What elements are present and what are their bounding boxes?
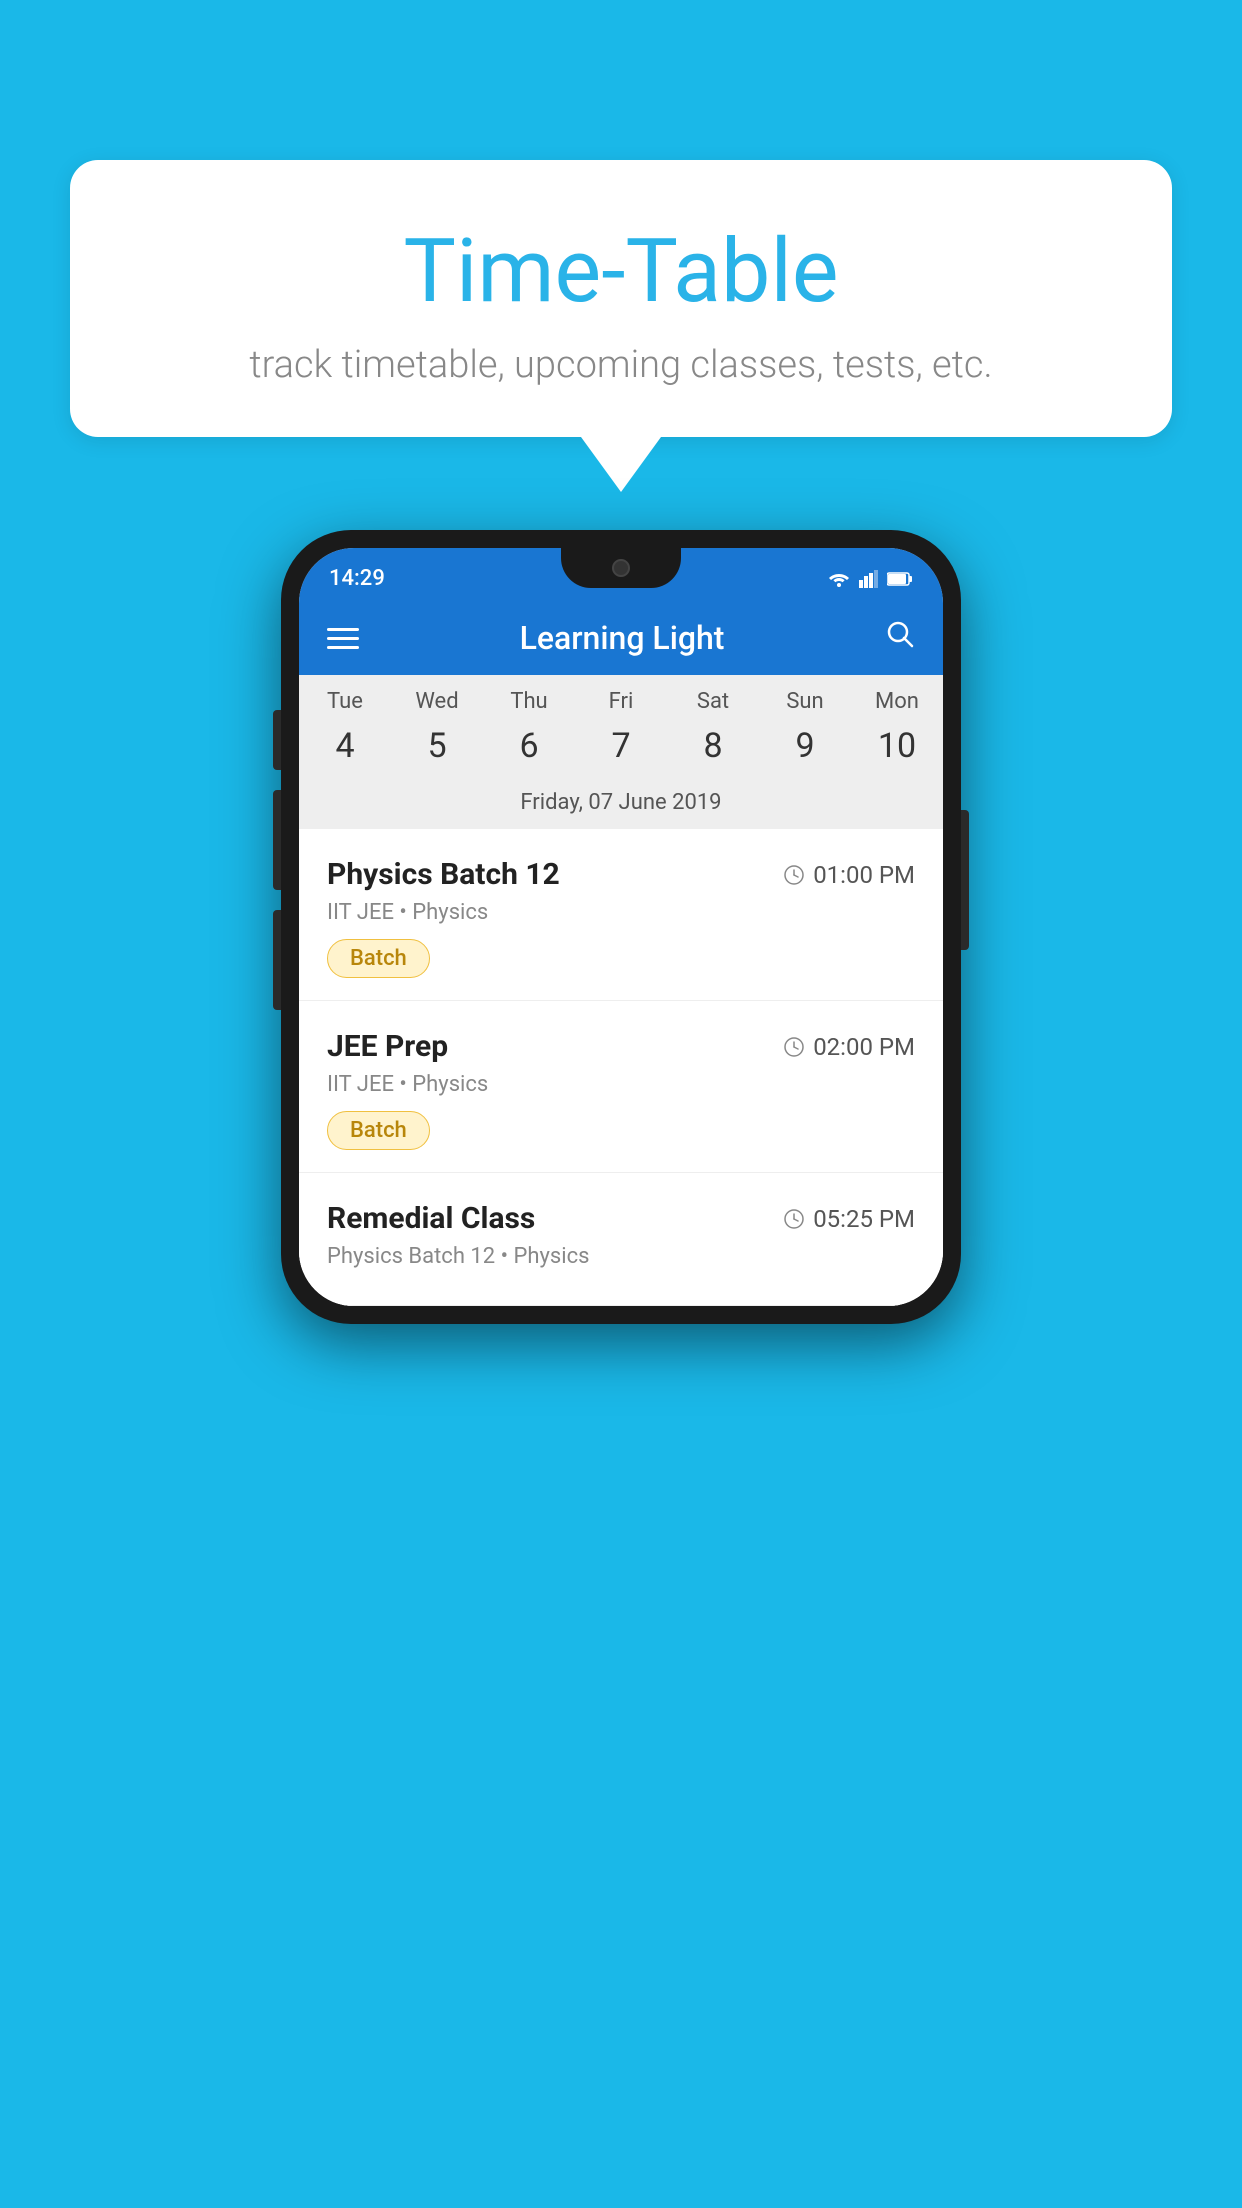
class-item-1[interactable]: Physics Batch 12 01:00 PM IIT JEE • Phys… xyxy=(299,829,943,1001)
status-time: 14:29 xyxy=(329,566,385,591)
class-item-1-row1: Physics Batch 12 01:00 PM xyxy=(327,857,915,892)
page-subtitle: track timetable, upcoming classes, tests… xyxy=(130,343,1112,387)
signal-icon xyxy=(859,570,879,588)
power-button[interactable] xyxy=(961,810,969,950)
day-headers: Tue Wed Thu Fri Sat Sun Mon xyxy=(299,675,943,718)
day-header-sat: Sat xyxy=(667,689,759,714)
class-item-2-row1: JEE Prep 02:00 PM xyxy=(327,1029,915,1064)
front-camera xyxy=(612,559,630,577)
day-7[interactable]: 7 xyxy=(575,726,667,766)
volume-down-button[interactable] xyxy=(273,790,281,890)
day-numbers: 4 5 6 7 8 9 10 xyxy=(299,718,943,780)
page-title: Time-Table xyxy=(130,220,1112,323)
class-meta-1: IIT JEE • Physics xyxy=(327,900,915,925)
class-item-3[interactable]: Remedial Class 05:25 PM Physics Batch 12… xyxy=(299,1173,943,1306)
day-header-mon: Mon xyxy=(851,689,943,714)
day-header-sun: Sun xyxy=(759,689,851,714)
class-time-2: 02:00 PM xyxy=(783,1033,915,1061)
wifi-icon xyxy=(827,570,851,588)
app-bar-title: Learning Light xyxy=(520,619,725,657)
speech-bubble-tail xyxy=(581,437,661,492)
clock-icon-3 xyxy=(783,1208,805,1230)
day-6[interactable]: 6 xyxy=(483,726,575,766)
class-meta-3: Physics Batch 12 • Physics xyxy=(327,1244,915,1269)
phone-screen: 14:29 xyxy=(299,548,943,1306)
clock-icon-2 xyxy=(783,1036,805,1058)
hamburger-menu-button[interactable] xyxy=(327,628,359,649)
class-name-1: Physics Batch 12 xyxy=(327,857,560,892)
day-4[interactable]: 4 xyxy=(299,726,391,766)
clock-icon-1 xyxy=(783,864,805,886)
class-name-2: JEE Prep xyxy=(327,1029,448,1064)
camera-button[interactable] xyxy=(273,910,281,1010)
class-time-1: 01:00 PM xyxy=(783,861,915,889)
phone-frame: 14:29 xyxy=(281,530,961,1324)
day-5[interactable]: 5 xyxy=(391,726,483,766)
class-time-3: 05:25 PM xyxy=(783,1205,915,1233)
day-header-tue: Tue xyxy=(299,689,391,714)
search-button[interactable] xyxy=(885,619,915,657)
speech-bubble: Time-Table track timetable, upcoming cla… xyxy=(70,160,1172,437)
batch-badge-2: Batch xyxy=(327,1111,430,1150)
day-header-wed: Wed xyxy=(391,689,483,714)
hamburger-line-2 xyxy=(327,637,359,640)
day-header-thu: Thu xyxy=(483,689,575,714)
battery-icon xyxy=(887,572,913,586)
batch-badge-1: Batch xyxy=(327,939,430,978)
day-9[interactable]: 9 xyxy=(759,726,851,766)
status-icons xyxy=(827,570,913,588)
selected-date-label: Friday, 07 June 2019 xyxy=(299,780,943,829)
speech-bubble-container: Time-Table track timetable, upcoming cla… xyxy=(70,160,1172,492)
phone-notch xyxy=(561,548,681,588)
hamburger-line-3 xyxy=(327,646,359,649)
day-header-fri: Fri xyxy=(575,689,667,714)
class-item-3-row1: Remedial Class 05:25 PM xyxy=(327,1201,915,1236)
hamburger-line-1 xyxy=(327,628,359,631)
class-item-2[interactable]: JEE Prep 02:00 PM IIT JEE • Physics Batc… xyxy=(299,1001,943,1173)
day-8[interactable]: 8 xyxy=(667,726,759,766)
calendar-strip: Tue Wed Thu Fri Sat Sun Mon 4 5 6 7 8 9 … xyxy=(299,675,943,829)
class-meta-2: IIT JEE • Physics xyxy=(327,1072,915,1097)
class-list: Physics Batch 12 01:00 PM IIT JEE • Phys… xyxy=(299,829,943,1306)
volume-up-button[interactable] xyxy=(273,710,281,770)
class-name-3: Remedial Class xyxy=(327,1201,535,1236)
day-10[interactable]: 10 xyxy=(851,726,943,766)
app-bar: Learning Light xyxy=(299,601,943,675)
phone-container: 14:29 xyxy=(281,530,961,1324)
